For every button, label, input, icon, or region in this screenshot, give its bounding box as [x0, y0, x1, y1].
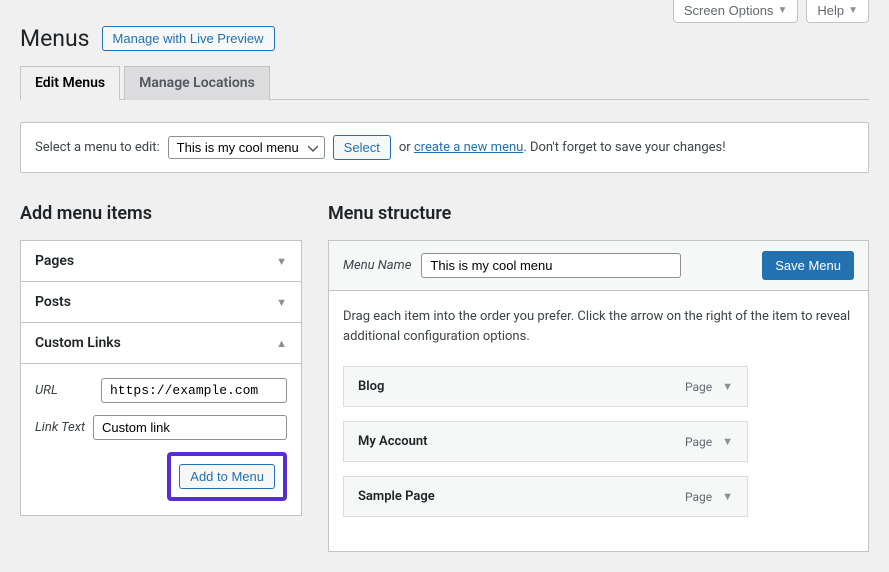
url-label: URL	[35, 383, 101, 398]
select-button[interactable]: Select	[333, 135, 391, 160]
live-preview-button[interactable]: Manage with Live Preview	[102, 26, 275, 51]
screen-options-button[interactable]: Screen Options ▼	[673, 0, 799, 23]
menu-item-type: Page	[685, 490, 712, 504]
menu-item[interactable]: Blog Page ▼	[343, 366, 748, 407]
reminder-text: . Don't forget to save your changes!	[523, 140, 725, 155]
save-menu-button[interactable]: Save Menu	[762, 251, 854, 280]
menu-name-label: Menu Name	[343, 258, 411, 273]
custom-links-panel: URL Link Text Add to Menu	[21, 363, 301, 515]
chevron-down-icon: ▼	[276, 296, 287, 309]
or-text: or	[399, 140, 411, 155]
accordion-pages[interactable]: Pages ▼	[21, 241, 301, 281]
accordion-custom-links[interactable]: Custom Links ▲	[21, 322, 301, 363]
menu-item[interactable]: Sample Page Page ▼	[343, 476, 748, 517]
chevron-down-icon[interactable]: ▼	[722, 490, 733, 503]
accordion-posts[interactable]: Posts ▼	[21, 281, 301, 322]
menu-structure-heading: Menu structure	[328, 203, 869, 224]
select-menu-bar: Select a menu to edit: This is my cool m…	[20, 122, 869, 173]
select-menu-label: Select a menu to edit:	[35, 140, 160, 155]
nav-tabs: Edit Menus Manage Locations	[20, 66, 869, 100]
chevron-down-icon[interactable]: ▼	[722, 435, 733, 448]
add-to-menu-highlight: Add to Menu	[167, 452, 287, 501]
menu-items-list: Blog Page ▼ My Account Page ▼	[329, 366, 868, 551]
add-items-accordion: Pages ▼ Posts ▼ Custom Links ▲ URL	[20, 240, 302, 516]
menu-item[interactable]: My Account Page ▼	[343, 421, 748, 462]
menu-item-type: Page	[685, 435, 712, 449]
chevron-down-icon[interactable]: ▼	[722, 380, 733, 393]
chevron-down-icon: ▼	[276, 255, 287, 268]
menu-item-title: My Account	[358, 434, 428, 449]
menu-instructions: Drag each item into the order you prefer…	[329, 291, 868, 366]
link-text-input[interactable]	[93, 415, 287, 440]
add-items-heading: Add menu items	[20, 203, 302, 224]
screen-options-label: Screen Options	[684, 3, 774, 18]
create-new-menu-link[interactable]: create a new menu	[414, 140, 523, 155]
chevron-down-icon: ▼	[777, 5, 787, 16]
menu-item-title: Sample Page	[358, 489, 435, 504]
menu-item-title: Blog	[358, 379, 384, 394]
menu-select[interactable]: This is my cool menu	[168, 136, 325, 159]
url-input[interactable]	[101, 378, 287, 403]
help-label: Help	[817, 3, 844, 18]
menu-item-type: Page	[685, 380, 712, 394]
tab-manage-locations[interactable]: Manage Locations	[124, 66, 270, 100]
chevron-down-icon: ▼	[848, 5, 858, 16]
add-to-menu-button[interactable]: Add to Menu	[179, 464, 275, 489]
tab-edit-menus[interactable]: Edit Menus	[20, 66, 120, 100]
chevron-up-icon: ▲	[276, 337, 287, 350]
menu-name-input[interactable]	[421, 253, 681, 278]
menu-structure-frame: Menu Name Save Menu Drag each item into …	[328, 240, 869, 552]
link-text-label: Link Text	[35, 420, 93, 435]
page-title: Menus	[20, 25, 90, 52]
help-button[interactable]: Help ▼	[806, 0, 869, 23]
